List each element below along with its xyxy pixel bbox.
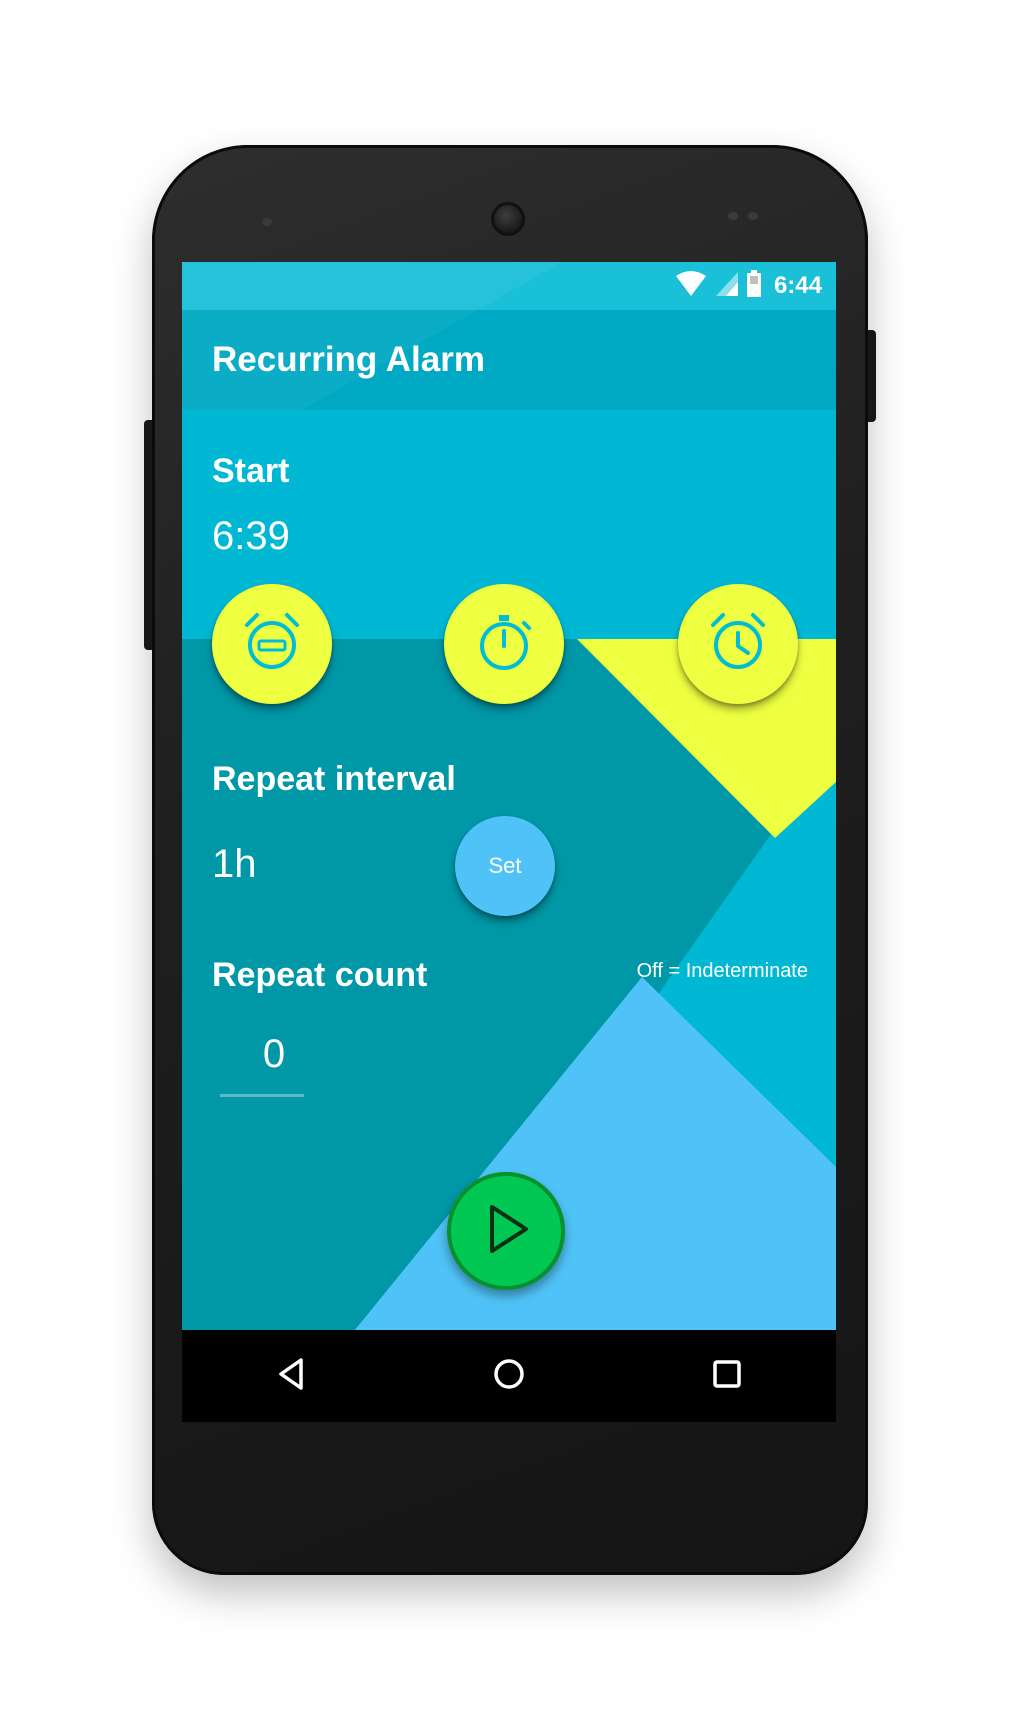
stopwatch-icon [469,607,539,682]
front-camera [491,202,525,236]
app-bar: Recurring Alarm [182,310,836,410]
recents-button[interactable] [687,1336,767,1416]
status-time: 6:44 [773,272,822,299]
set-button-label: Set [488,853,522,878]
repeat-count-label: Repeat count [212,956,428,994]
cell-signal-icon [714,270,740,303]
set-interval-button[interactable]: Set [455,816,555,916]
alarm-snooze-icon [237,607,307,682]
back-icon [273,1356,309,1397]
recents-icon [709,1356,745,1397]
home-button[interactable] [469,1336,549,1416]
start-label: Start [212,452,290,490]
nav-bar [182,1330,836,1422]
wifi-icon [674,270,708,303]
app-title: Recurring Alarm [212,340,485,379]
play-icon [476,1199,536,1264]
repeat-count-underline [220,1094,304,1097]
alarm-clock-button[interactable] [678,584,798,704]
stopwatch-button[interactable] [444,584,564,704]
repeat-count-input[interactable]: 0 [244,1032,304,1077]
start-time-value[interactable]: 6:39 [212,514,290,559]
play-button[interactable] [447,1172,565,1290]
snooze-alarm-button[interactable] [212,584,332,704]
stage: 6:44 Recurring Alarm Start 6:39 Repeat i… [0,0,1020,1725]
phone-sensor-dot [262,218,272,226]
repeat-interval-value: 1h [212,842,257,886]
battery-icon [746,269,762,303]
home-icon [491,1356,527,1397]
status-icons: 6:44 [674,269,822,303]
app-screen: 6:44 Recurring Alarm Start 6:39 Repeat i… [182,262,836,1422]
alarm-clock-icon [703,607,773,682]
status-bar: 6:44 [182,262,836,310]
phone-sensor-dot [748,212,758,220]
indeterminate-toggle-label[interactable]: Off = Indeterminate [637,960,808,983]
repeat-interval-label: Repeat interval [212,760,456,798]
phone-sensor-dot [728,212,738,220]
back-button[interactable] [251,1336,331,1416]
